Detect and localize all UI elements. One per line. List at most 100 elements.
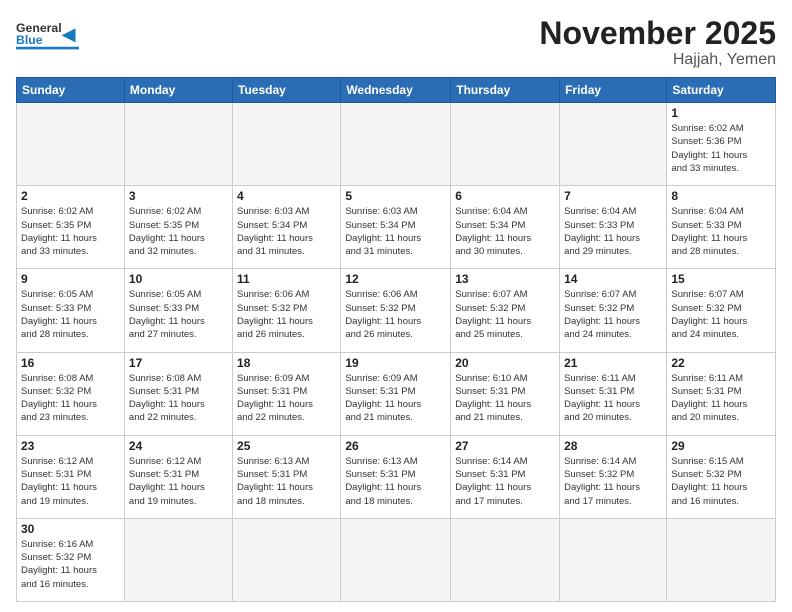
day-number: 14 [564,272,662,286]
calendar-week-0: 1 Sunrise: 6:02 AMSunset: 5:36 PMDaylight… [17,103,776,186]
calendar-cell: 5Sunrise: 6:03 AMSunset: 5:34 PMDaylight… [341,186,451,269]
header-day-friday: Friday [560,78,667,103]
header-day-monday: Monday [124,78,232,103]
day-info: Sunrise: 6:04 AMSunset: 5:33 PMDaylight:… [564,205,662,258]
header-day-tuesday: Tuesday [233,78,341,103]
calendar-cell [124,518,232,601]
header-day-wednesday: Wednesday [341,78,451,103]
day-number: 9 [21,272,120,286]
day-info: Sunrise: 6:02 AMSunset: 5:35 PMDaylight:… [129,205,228,258]
day-number: 13 [455,272,555,286]
calendar-cell: 10 Sunrise: 6:05 AMSunset: 5:33 PMDayligh… [124,269,232,352]
calendar-cell: 2 Sunrise: 6:02 AMSunset: 5:35 PMDaylight… [17,186,125,269]
day-number: 20 [455,356,555,370]
day-info: Sunrise: 6:13 AMSunset: 5:31 PMDaylight:… [345,455,446,508]
day-info: Sunrise: 6:06 AMSunset: 5:32 PMDaylight:… [345,288,446,341]
calendar-cell: 25 Sunrise: 6:13 AMSunset: 5:31 PMDayligh… [233,435,341,518]
day-info: Sunrise: 6:08 AMSunset: 5:31 PMDaylight:… [129,372,228,425]
day-info: Sunrise: 6:15 AMSunset: 5:32 PMDaylight:… [671,455,771,508]
header-day-thursday: Thursday [451,78,560,103]
day-info: Sunrise: 6:11 AMSunset: 5:31 PMDaylight:… [671,372,771,425]
calendar-cell: 29 Sunrise: 6:15 AMSunset: 5:32 PMDayligh… [667,435,776,518]
calendar-cell: 21Sunrise: 6:11 AMSunset: 5:31 PMDayligh… [560,352,667,435]
calendar-cell [17,103,125,186]
calendar-cell: 14Sunrise: 6:07 AMSunset: 5:32 PMDayligh… [560,269,667,352]
calendar-cell [451,518,560,601]
day-number: 2 [21,189,120,203]
calendar-cell: 6 Sunrise: 6:04 AMSunset: 5:34 PMDaylight… [451,186,560,269]
day-info: Sunrise: 6:13 AMSunset: 5:31 PMDaylight:… [237,455,336,508]
calendar-cell: 17 Sunrise: 6:08 AMSunset: 5:31 PMDayligh… [124,352,232,435]
calendar-cell [341,518,451,601]
calendar-cell [341,103,451,186]
day-info: Sunrise: 6:04 AMSunset: 5:34 PMDaylight:… [455,205,555,258]
day-info: Sunrise: 6:09 AMSunset: 5:31 PMDaylight:… [237,372,336,425]
calendar-cell: 24 Sunrise: 6:12 AMSunset: 5:31 PMDayligh… [124,435,232,518]
calendar-cell: 18Sunrise: 6:09 AMSunset: 5:31 PMDayligh… [233,352,341,435]
day-info: Sunrise: 6:07 AMSunset: 5:32 PMDaylight:… [455,288,555,341]
day-number: 6 [455,189,555,203]
calendar-cell: 8Sunrise: 6:04 AMSunset: 5:33 PMDaylight… [667,186,776,269]
calendar-header-row: SundayMondayTuesdayWednesdayThursdayFrid… [17,78,776,103]
day-info: Sunrise: 6:08 AMSunset: 5:32 PMDaylight:… [21,372,120,425]
day-number: 28 [564,439,662,453]
calendar-cell: 11Sunrise: 6:06 AMSunset: 5:32 PMDayligh… [233,269,341,352]
calendar-table: SundayMondayTuesdayWednesdayThursdayFrid… [16,77,776,602]
day-number: 5 [345,189,446,203]
day-info: Sunrise: 6:12 AMSunset: 5:31 PMDaylight:… [21,455,120,508]
day-info: Sunrise: 6:05 AMSunset: 5:33 PMDaylight:… [129,288,228,341]
day-info: Sunrise: 6:09 AMSunset: 5:31 PMDaylight:… [345,372,446,425]
calendar-week-3: 16 Sunrise: 6:08 AMSunset: 5:32 PMDayligh… [17,352,776,435]
day-number: 23 [21,439,120,453]
day-info: Sunrise: 6:02 AMSunset: 5:36 PMDaylight:… [671,122,771,175]
day-number: 17 [129,356,228,370]
calendar-cell: 4Sunrise: 6:03 AMSunset: 5:34 PMDaylight… [233,186,341,269]
calendar-week-4: 23 Sunrise: 6:12 AMSunset: 5:31 PMDayligh… [17,435,776,518]
header-day-saturday: Saturday [667,78,776,103]
calendar-cell: 22 Sunrise: 6:11 AMSunset: 5:31 PMDayligh… [667,352,776,435]
day-info: Sunrise: 6:11 AMSunset: 5:31 PMDaylight:… [564,372,662,425]
header-day-sunday: Sunday [17,78,125,103]
calendar-cell [124,103,232,186]
day-info: Sunrise: 6:14 AMSunset: 5:32 PMDaylight:… [564,455,662,508]
header: General Blue November 2025 Hajjah, Yemen [16,16,776,69]
day-number: 27 [455,439,555,453]
day-number: 29 [671,439,771,453]
day-number: 16 [21,356,120,370]
calendar-cell: 26Sunrise: 6:13 AMSunset: 5:31 PMDayligh… [341,435,451,518]
calendar-cell: 16 Sunrise: 6:08 AMSunset: 5:32 PMDayligh… [17,352,125,435]
calendar-cell: 9 Sunrise: 6:05 AMSunset: 5:33 PMDaylight… [17,269,125,352]
day-number: 24 [129,439,228,453]
day-info: Sunrise: 6:05 AMSunset: 5:33 PMDaylight:… [21,288,120,341]
calendar-cell: 3 Sunrise: 6:02 AMSunset: 5:35 PMDaylight… [124,186,232,269]
calendar-cell [451,103,560,186]
day-number: 19 [345,356,446,370]
calendar-cell: 23 Sunrise: 6:12 AMSunset: 5:31 PMDayligh… [17,435,125,518]
day-number: 10 [129,272,228,286]
title-area: November 2025 Hajjah, Yemen [539,16,776,69]
day-number: 25 [237,439,336,453]
calendar-cell: 7 Sunrise: 6:04 AMSunset: 5:33 PMDaylight… [560,186,667,269]
day-number: 3 [129,189,228,203]
day-info: Sunrise: 6:12 AMSunset: 5:31 PMDaylight:… [129,455,228,508]
calendar-cell [233,518,341,601]
day-number: 7 [564,189,662,203]
day-number: 12 [345,272,446,286]
day-info: Sunrise: 6:02 AMSunset: 5:35 PMDaylight:… [21,205,120,258]
day-info: Sunrise: 6:10 AMSunset: 5:31 PMDaylight:… [455,372,555,425]
day-number: 1 [671,106,771,120]
calendar-cell [560,103,667,186]
day-info: Sunrise: 6:06 AMSunset: 5:32 PMDaylight:… [237,288,336,341]
day-info: Sunrise: 6:04 AMSunset: 5:33 PMDaylight:… [671,205,771,258]
calendar-week-5: 30Sunrise: 6:16 AMSunset: 5:32 PMDayligh… [17,518,776,601]
svg-text:Blue: Blue [16,33,43,47]
calendar-cell: 28 Sunrise: 6:14 AMSunset: 5:32 PMDayligh… [560,435,667,518]
day-info: Sunrise: 6:07 AMSunset: 5:32 PMDaylight:… [671,288,771,341]
calendar-cell [233,103,341,186]
day-number: 4 [237,189,336,203]
calendar-cell: 20 Sunrise: 6:10 AMSunset: 5:31 PMDayligh… [451,352,560,435]
logo: General Blue [16,16,86,60]
day-number: 22 [671,356,771,370]
location-title: Hajjah, Yemen [539,51,776,69]
calendar-cell: 15Sunrise: 6:07 AMSunset: 5:32 PMDayligh… [667,269,776,352]
